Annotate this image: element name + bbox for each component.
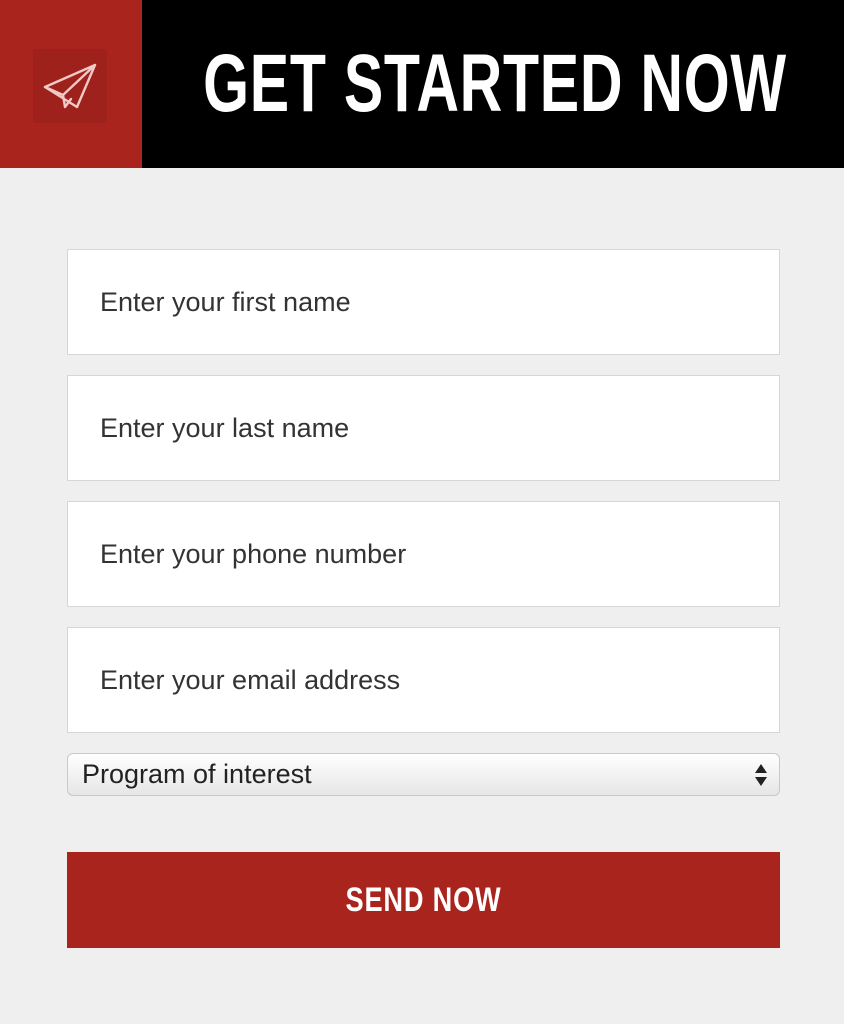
header-icon-box [0,0,142,168]
signup-form: Program of interest SEND NOW [67,249,780,948]
first-name-input[interactable] [100,286,779,318]
last-name-input[interactable] [100,412,779,444]
select-arrows-icon [755,764,767,786]
program-select[interactable]: Program of interest [67,753,780,796]
phone-field-box [67,501,780,607]
send-now-button[interactable]: SEND NOW [67,852,780,948]
paper-plane-icon [43,63,97,109]
phone-input[interactable] [100,538,779,570]
page-title: GET STARTED NOW [203,38,787,129]
first-name-field-box [67,249,780,355]
email-input[interactable] [100,664,779,696]
send-now-label: SEND NOW [345,880,502,919]
program-select-value: Program of interest [82,759,312,789]
last-name-field-box [67,375,780,481]
email-field-box [67,627,780,733]
form-header: GET STARTED NOW [0,0,844,168]
header-icon-inner [33,49,107,123]
